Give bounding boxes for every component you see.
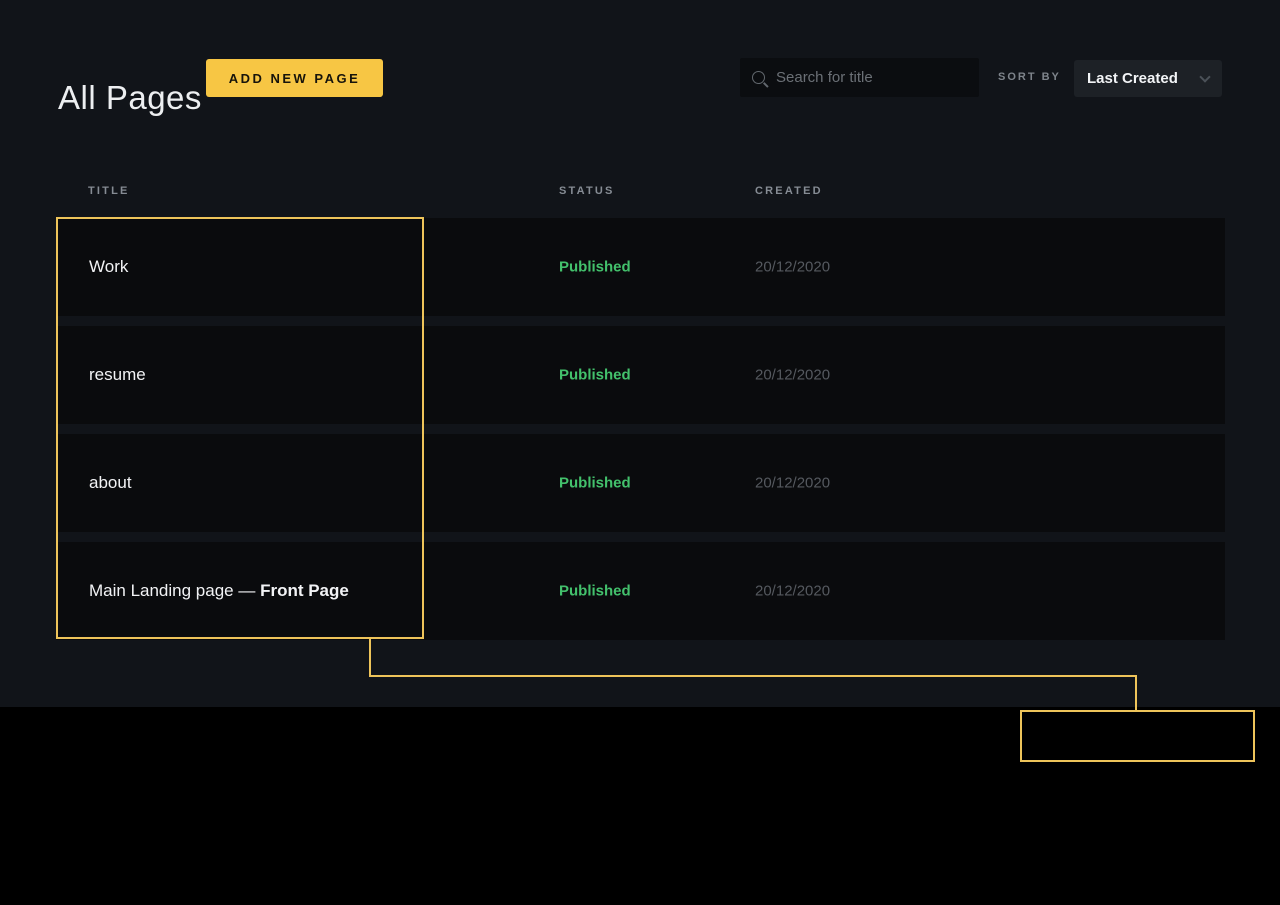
page-title-cell: Work [89,257,128,277]
status-badge: Published [559,582,631,600]
status-badge: Published [559,366,631,384]
search-icon [752,71,765,84]
page-title-cell: about [89,473,132,493]
cms-all-pages-screen: All Pages ADD NEW PAGE SORT BY Last Crea… [0,0,1280,905]
column-header-status: STATUS [559,185,615,197]
add-new-page-button[interactable]: ADD NEW PAGE [206,59,383,97]
created-date: 20/12/2020 [755,258,831,276]
pages-list: Work Published 20/12/2020 resume Publish… [56,218,1225,650]
created-date: 20/12/2020 [755,582,831,600]
column-header-created: CREATED [755,185,823,197]
table-row-main-landing-page[interactable]: Main Landing page — Front Page Published… [56,542,1225,640]
sort-dropdown[interactable]: Last Created [1074,60,1222,97]
search-box[interactable] [740,58,979,97]
status-badge: Published [559,258,631,276]
table-row-about[interactable]: about Published 20/12/2020 [56,434,1225,532]
page-title-text: Work [89,257,129,276]
table-row-work[interactable]: Work Published 20/12/2020 [56,218,1225,316]
chevron-down-icon [1199,70,1211,83]
page-title-cell: resume [89,365,146,385]
sort-by-label: SORT BY [998,71,1061,83]
page-title-text: resume [89,365,146,384]
page-title-cell: Main Landing page — Front Page [89,581,349,601]
page-title-bold-text: Front Page [260,581,349,600]
page-title-text: Main Landing page — [89,581,261,600]
site-footer-preview: Dayoung Jeon About Resume Work [0,707,1280,905]
created-date: 20/12/2020 [755,366,831,384]
table-row-resume[interactable]: resume Published 20/12/2020 [56,326,1225,424]
column-header-title: TITLE [88,185,130,197]
created-date: 20/12/2020 [755,474,831,492]
page-title: All Pages [58,79,202,117]
status-badge: Published [559,474,631,492]
page-title-text: about [89,473,132,492]
sort-dropdown-value: Last Created [1087,70,1178,87]
search-input[interactable] [774,68,977,87]
